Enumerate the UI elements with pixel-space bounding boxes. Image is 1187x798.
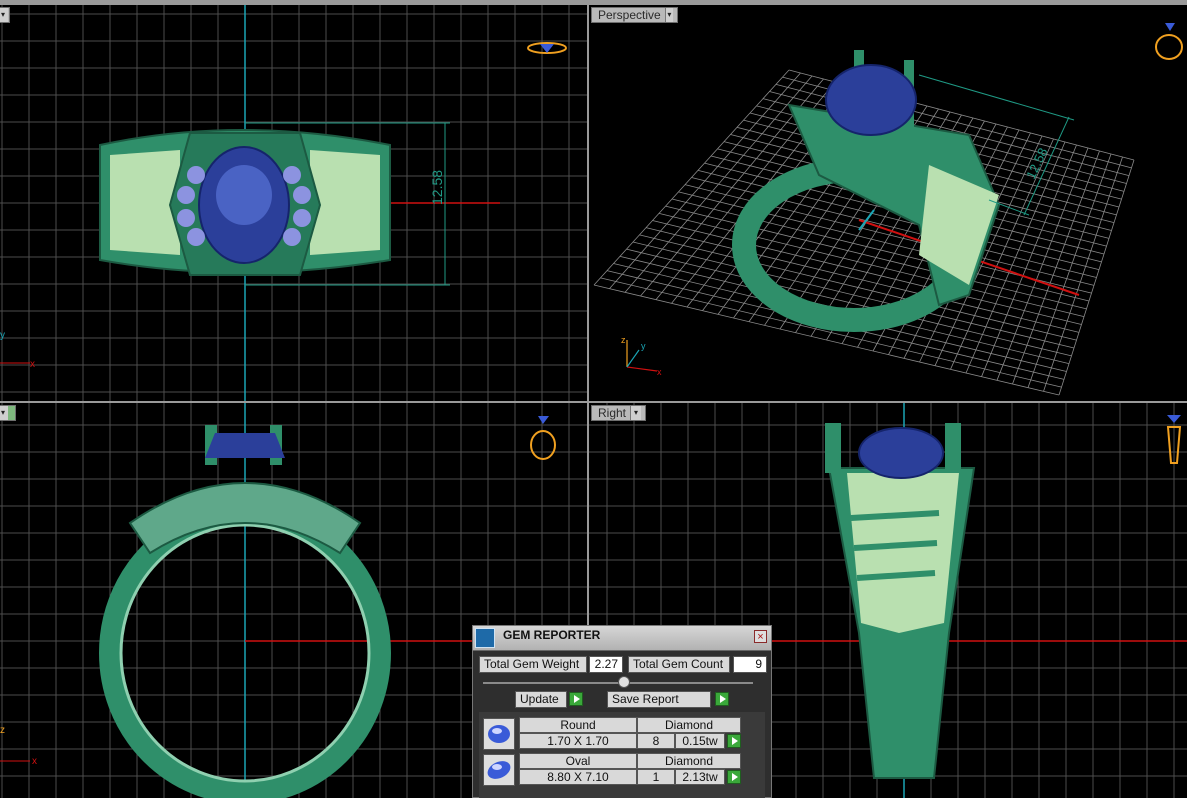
chevron-down-icon[interactable]: ▾	[0, 406, 8, 420]
dimension-front-text: 12.58	[429, 170, 445, 205]
gem-size: 1.70 X 1.70	[519, 733, 637, 749]
ring-perspective-view	[732, 50, 1001, 332]
gem-weight: 0.15tw	[675, 733, 725, 749]
gem-shape: Round	[519, 717, 637, 733]
viewport-perspective-label[interactable]: Perspective ▾	[591, 7, 678, 23]
perspective-axis-triad: x y z	[621, 335, 662, 377]
ring-front-view	[99, 129, 391, 276]
gem-row-play-icon[interactable]	[727, 734, 741, 748]
gem-reporter-panel: GEM REPORTER × Total Gem Weight 2.27 Tot…	[472, 625, 772, 798]
viewport-perspective[interactable]: 12.58 x y z Perspective ▾	[589, 5, 1187, 401]
slider-handle[interactable]	[618, 676, 630, 688]
gem-material: Diamond	[637, 753, 741, 769]
viewport-side-label[interactable]: ▾	[0, 405, 16, 421]
viewport-right-label[interactable]: Right ▾	[591, 405, 646, 421]
gem-material: Diamond	[637, 717, 741, 733]
update-button[interactable]: Update	[515, 691, 567, 708]
update-play-icon[interactable]	[569, 692, 583, 706]
chevron-down-icon[interactable]: ▾	[664, 8, 673, 22]
axis-x-label: x	[30, 359, 35, 370]
round-gem-icon	[483, 718, 515, 750]
gem-list: Round Diamond 1.70 X 1.70 8 0.15tw Oval …	[479, 712, 765, 798]
save-report-button[interactable]: Save Report	[607, 691, 711, 708]
gem-count: 8	[637, 733, 675, 749]
chevron-down-icon[interactable]: ▾	[630, 406, 641, 420]
front-grid: x y 12.58	[0, 5, 587, 401]
close-icon[interactable]: ×	[754, 630, 767, 643]
gem-row-play-icon[interactable]	[727, 770, 741, 784]
gem-shape: Oval	[519, 753, 637, 769]
total-count-value: 9	[733, 656, 767, 673]
chevron-down-icon[interactable]: ▾	[0, 8, 8, 22]
svg-text:z: z	[0, 725, 5, 736]
total-count-label: Total Gem Count	[628, 656, 730, 673]
ring-right-view	[825, 423, 976, 779]
dimension-perspective-text: 12.58	[1023, 145, 1050, 181]
gem-reporter-icon	[475, 628, 495, 648]
save-report-play-icon[interactable]	[715, 692, 729, 706]
viewport-front-label[interactable]: ▾	[0, 7, 10, 23]
ring-side-gizmo-icon[interactable]	[527, 413, 561, 463]
axis-y-label: y	[0, 330, 5, 341]
total-weight-value: 2.27	[589, 656, 623, 673]
ring-right-gizmo-icon[interactable]	[1163, 413, 1185, 469]
svg-text:x: x	[657, 367, 662, 377]
ring-front-gizmo-icon[interactable]	[526, 37, 568, 63]
viewport-front[interactable]: x y 12.58 ▾	[0, 5, 587, 401]
gem-reporter-titlebar[interactable]: GEM REPORTER ×	[473, 626, 771, 651]
gem-reporter-title: GEM REPORTER	[503, 628, 601, 642]
oval-gem-icon	[483, 754, 515, 786]
viewport-perspective-title: Perspective	[598, 8, 661, 22]
svg-text:z: z	[621, 335, 626, 345]
svg-text:y: y	[641, 341, 646, 351]
ring-perspective-gizmo-icon[interactable]	[1153, 19, 1187, 63]
gem-weight: 2.13tw	[675, 769, 725, 785]
gem-size: 8.80 X 7.10	[519, 769, 637, 785]
viewport-right-title: Right	[598, 406, 627, 420]
gem-count: 1	[637, 769, 675, 785]
perspective-grid: 12.58 x y z	[593, 50, 1135, 396]
total-weight-label: Total Gem Weight	[479, 656, 587, 673]
svg-text:x: x	[32, 756, 37, 767]
